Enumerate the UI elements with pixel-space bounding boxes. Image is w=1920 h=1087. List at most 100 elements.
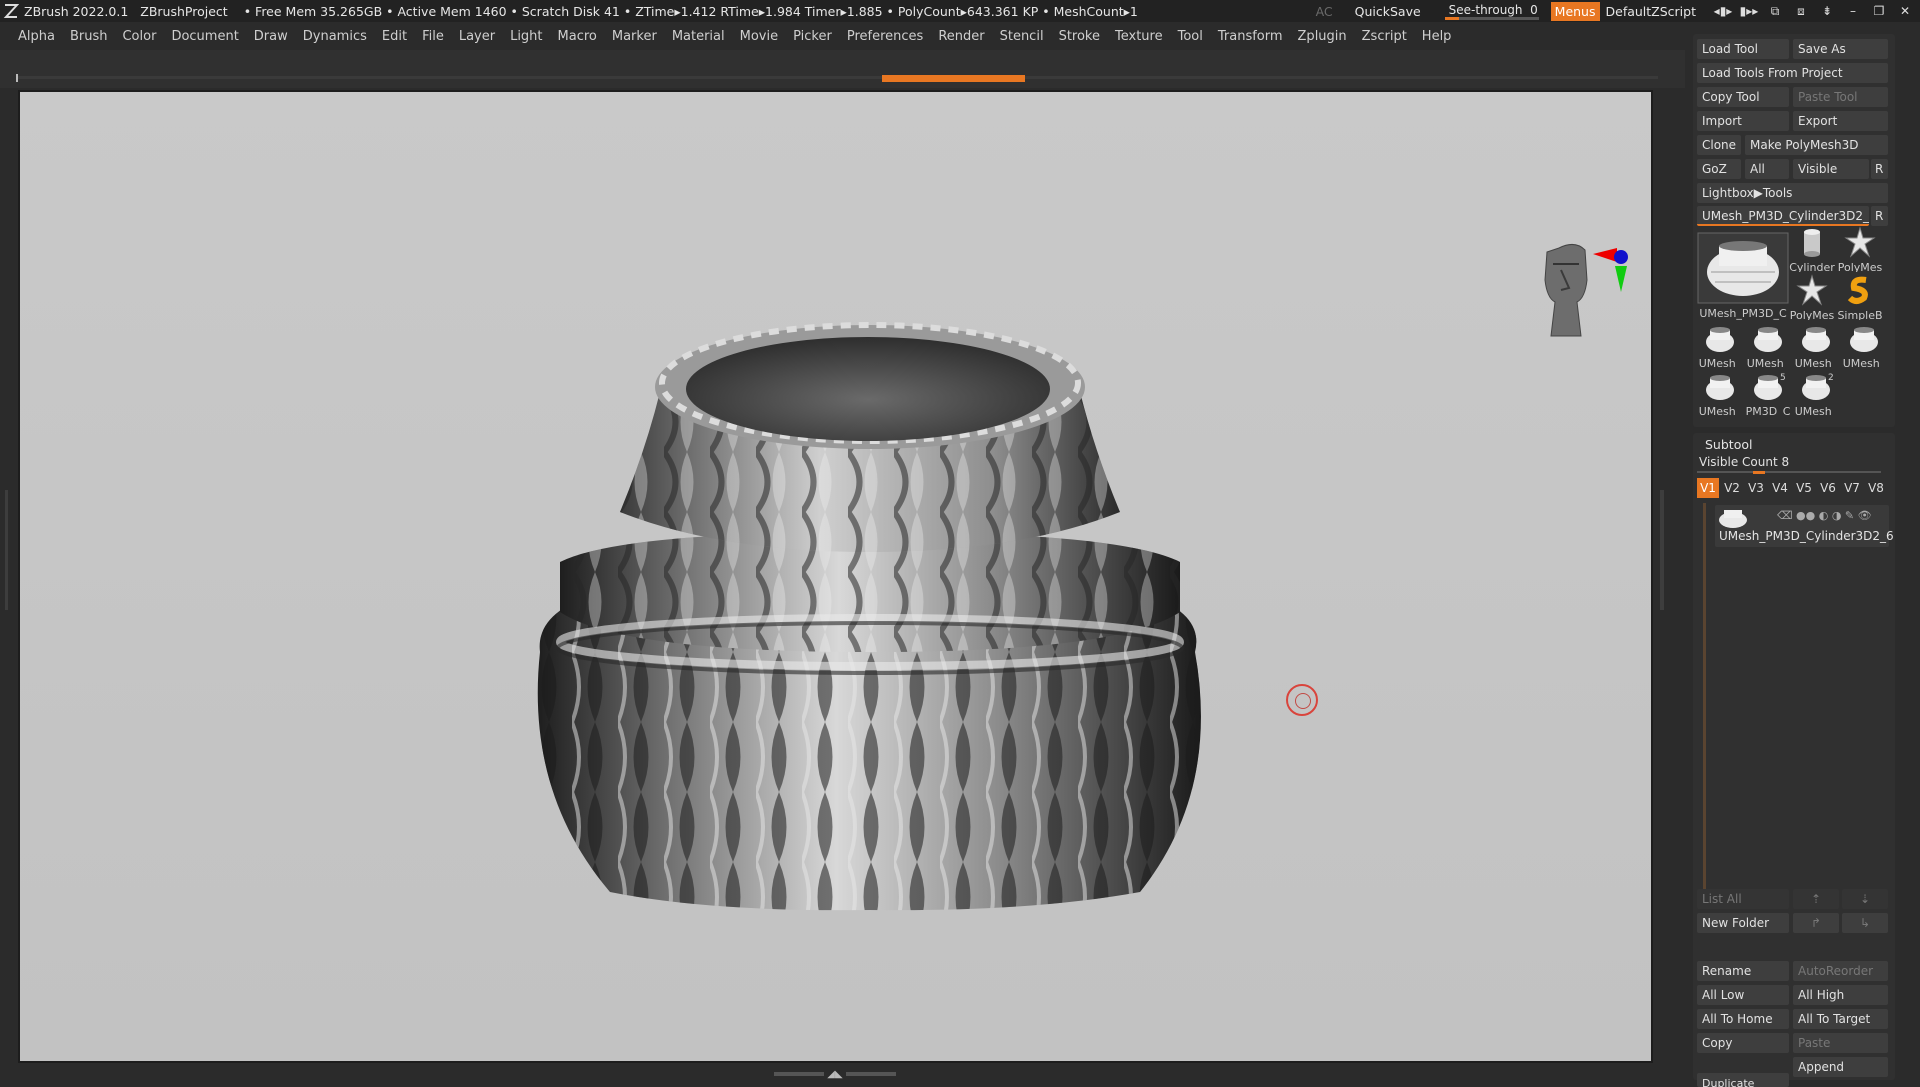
current-tool-thumbnail[interactable]: UMesh_PM3D_C	[1697, 232, 1789, 322]
menu-zplugin[interactable]: Zplugin	[1298, 29, 1347, 44]
subtool-item-icons[interactable]: ⌫ ●● ◐ ◑ ✎ 👁	[1777, 509, 1872, 522]
subtool-item[interactable]: ⌫ ●● ◐ ◑ ✎ 👁 UMesh_PM3D_Cylinder3D2_6	[1715, 505, 1894, 547]
version-button-v1[interactable]: V1	[1697, 478, 1719, 498]
tool-thumb[interactable]: PolyMes	[1789, 274, 1835, 320]
menu-tool[interactable]: Tool	[1178, 29, 1203, 44]
menu-draw[interactable]: Draw	[254, 29, 288, 44]
project-name[interactable]: ZBrushProject	[140, 4, 227, 19]
tool-thumb[interactable]: 2 UMesh_	[1793, 370, 1839, 416]
paste-tool-button[interactable]: Paste Tool	[1793, 87, 1888, 107]
all-to-home-button[interactable]: All To Home	[1697, 1009, 1789, 1029]
menu-color[interactable]: Color	[122, 29, 156, 44]
ui-palette-icon[interactable]: ⧈	[1790, 2, 1812, 20]
menu-transform[interactable]: Transform	[1218, 29, 1283, 44]
tool-thumb[interactable]: UMesh_	[1793, 322, 1839, 368]
bottom-tray-toggle[interactable]: ◢◣	[770, 1068, 900, 1080]
move-out-folder-icon[interactable]: ↳	[1842, 913, 1888, 933]
move-up-arrow-icon[interactable]: ⇡	[1793, 889, 1839, 909]
save-as-button[interactable]: Save As	[1793, 39, 1888, 59]
zbrush-logo-icon[interactable]	[2, 2, 20, 20]
duplicate-button[interactable]: Duplicate	[1697, 1073, 1789, 1087]
lightbox-tools-button[interactable]: Lightbox▶Tools	[1697, 183, 1888, 203]
current-tool-slider[interactable]: UMesh_PM3D_Cylinder3D2_6	[1697, 206, 1869, 226]
all-low-button[interactable]: All Low	[1697, 985, 1789, 1005]
ui-layout-switch-icon[interactable]: ⧉	[1764, 2, 1786, 20]
version-button-v4[interactable]: V4	[1769, 478, 1791, 498]
vase-model[interactable]	[20, 92, 1651, 1061]
left-tray-handle[interactable]	[5, 490, 8, 610]
auto-reorder-button[interactable]: AutoReorder	[1793, 961, 1888, 981]
subtool-title[interactable]: Subtool	[1705, 437, 1752, 452]
menu-render[interactable]: Render	[938, 29, 984, 44]
tool-thumb[interactable]: 5 PM3D_C	[1745, 370, 1791, 416]
all-high-button[interactable]: All High	[1793, 985, 1888, 1005]
menu-alpha[interactable]: Alpha	[18, 29, 55, 44]
make-polymesh-button[interactable]: Make PolyMesh3D	[1745, 135, 1888, 155]
move-in-folder-icon[interactable]: ↱	[1793, 913, 1839, 933]
goz-all-button[interactable]: All	[1745, 159, 1789, 179]
paste-button[interactable]: Paste	[1793, 1033, 1888, 1053]
menu-edit[interactable]: Edit	[382, 29, 407, 44]
version-button-v8[interactable]: V8	[1865, 478, 1887, 498]
goz-button[interactable]: GoZ	[1697, 159, 1741, 179]
menu-light[interactable]: Light	[510, 29, 542, 44]
quicksave-button[interactable]: QuickSave	[1355, 4, 1421, 19]
menu-dynamics[interactable]: Dynamics	[303, 29, 367, 44]
navigation-head-gizmo[interactable]	[1535, 240, 1645, 350]
document-canvas[interactable]	[20, 92, 1651, 1061]
goz-visible-button[interactable]: Visible	[1793, 159, 1869, 179]
menu-movie[interactable]: Movie	[740, 29, 778, 44]
visible-count-slider[interactable]: Visible Count 8	[1697, 455, 1881, 474]
active-shelf-tab[interactable]	[882, 75, 1025, 82]
move-down-arrow-icon[interactable]: ⇣	[1842, 889, 1888, 909]
version-button-v7[interactable]: V7	[1841, 478, 1863, 498]
copy-button[interactable]: Copy	[1697, 1033, 1789, 1053]
right-tray-handle[interactable]	[1660, 490, 1664, 610]
menu-document[interactable]: Document	[171, 29, 238, 44]
menu-picker[interactable]: Picker	[793, 29, 832, 44]
default-zscript-button[interactable]: DefaultZScript	[1606, 4, 1697, 19]
append-button[interactable]: Append	[1793, 1057, 1888, 1077]
menu-help[interactable]: Help	[1422, 29, 1452, 44]
new-folder-button[interactable]: New Folder	[1697, 913, 1789, 933]
menu-zscript[interactable]: Zscript	[1362, 29, 1407, 44]
current-tool-r-button[interactable]: R	[1871, 206, 1888, 226]
version-button-v5[interactable]: V5	[1793, 478, 1815, 498]
minimize-icon[interactable]: –	[1842, 2, 1864, 20]
close-icon[interactable]: ✕	[1894, 2, 1916, 20]
subtool-scrollbar[interactable]	[1703, 503, 1706, 903]
menu-stencil[interactable]: Stencil	[1000, 29, 1044, 44]
rename-button[interactable]: Rename	[1697, 961, 1789, 981]
import-button[interactable]: Import	[1697, 111, 1789, 131]
tool-thumb[interactable]: UMesh_	[1697, 322, 1743, 368]
menus-button[interactable]: Menus	[1550, 1, 1600, 21]
export-button[interactable]: Export	[1793, 111, 1888, 131]
goz-r-button[interactable]: R	[1871, 159, 1888, 179]
menu-macro[interactable]: Macro	[558, 29, 597, 44]
see-through-slider[interactable]: See-through 0	[1444, 2, 1539, 20]
list-all-button[interactable]: List All	[1697, 889, 1789, 909]
tool-thumb[interactable]: SimpleB	[1837, 274, 1883, 320]
menu-texture[interactable]: Texture	[1115, 29, 1163, 44]
maximize-icon[interactable]: ❐	[1868, 2, 1890, 20]
hide-icon[interactable]: ⇟	[1816, 2, 1838, 20]
load-tool-button[interactable]: Load Tool	[1697, 39, 1789, 59]
tool-thumb[interactable]: PolyMes	[1837, 226, 1883, 272]
ui-layout-left-icon[interactable]: ◂▮▸	[1712, 2, 1734, 20]
menu-file[interactable]: File	[422, 29, 444, 44]
menu-layer[interactable]: Layer	[459, 29, 495, 44]
menu-brush[interactable]: Brush	[70, 29, 108, 44]
tool-thumb[interactable]: UMesh_	[1745, 322, 1791, 368]
load-tools-from-project-button[interactable]: Load Tools From Project	[1697, 63, 1888, 83]
tool-thumb[interactable]: UMesh_	[1697, 370, 1743, 416]
menu-marker[interactable]: Marker	[612, 29, 657, 44]
version-button-v2[interactable]: V2	[1721, 478, 1743, 498]
clone-button[interactable]: Clone	[1697, 135, 1741, 155]
version-button-v3[interactable]: V3	[1745, 478, 1767, 498]
menu-stroke[interactable]: Stroke	[1059, 29, 1100, 44]
menu-preferences[interactable]: Preferences	[847, 29, 923, 44]
ui-layout-right-icon[interactable]: ▮▸▸	[1738, 2, 1760, 20]
ac-toggle[interactable]: AC	[1316, 4, 1333, 19]
tool-thumb[interactable]: Cylinder	[1789, 226, 1835, 272]
menu-material[interactable]: Material	[672, 29, 725, 44]
